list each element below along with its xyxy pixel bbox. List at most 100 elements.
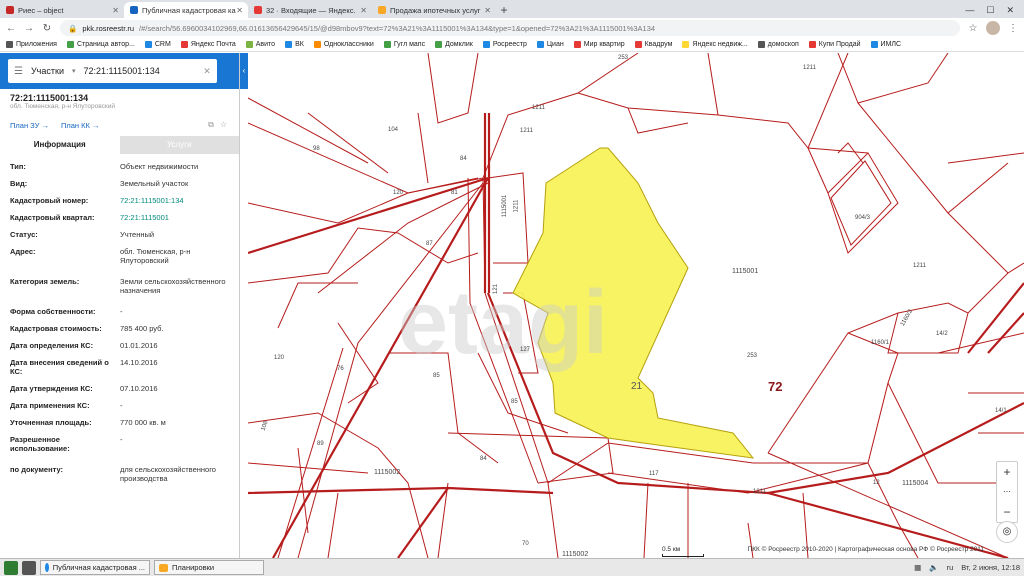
locate-button[interactable]: ◎ xyxy=(996,521,1018,543)
start-menu-icon[interactable] xyxy=(4,560,18,575)
star-icon[interactable]: ☆ xyxy=(968,23,978,34)
menu-dots-icon[interactable]: ⋮ xyxy=(1008,23,1018,34)
zoom-out-button[interactable]: − xyxy=(1003,502,1010,522)
info-row: Статус: Учтенный xyxy=(10,230,239,243)
map-label: 89 xyxy=(317,441,324,447)
taskbar-task-folder[interactable]: Планировки xyxy=(154,560,264,575)
info-key: Разрешенное использование: xyxy=(10,435,70,453)
url-field[interactable]: 🔒 pkk.rosreestr.ru /#/search/56.696003410… xyxy=(60,20,960,36)
info-value[interactable]: 72:21:1115001:134 xyxy=(120,196,239,209)
clear-icon[interactable]: ✕ xyxy=(203,66,211,77)
browser-tab-active[interactable]: Публичная кадастровая ка ✕ xyxy=(124,2,248,18)
hamburger-icon[interactable]: ☰ xyxy=(14,66,23,77)
browser-tab[interactable]: Продажа ипотечных услуг ✕ xyxy=(372,2,496,18)
taskbar-task-browser[interactable]: Публичная кадастровая ... xyxy=(40,560,150,575)
info-value: - xyxy=(120,307,123,316)
info-row: Кадастровый квартал: 72:21:1115001 xyxy=(10,213,239,226)
map-label: 70 xyxy=(522,541,529,547)
zoom-options-icon[interactable]: ⋯ xyxy=(1003,482,1011,502)
map-label: 1115001 xyxy=(732,268,759,275)
info-key: Дата внесения сведений о КС: xyxy=(10,358,109,376)
tab-information[interactable]: Информация xyxy=(0,136,120,154)
search-icon[interactable]: ⌕ xyxy=(225,65,231,78)
bookmark-item[interactable]: Мир квартир xyxy=(573,41,625,48)
map-label: 98 xyxy=(313,146,320,152)
info-value: 07.10.2016 xyxy=(120,384,158,393)
minimize-icon[interactable]: — xyxy=(965,5,974,15)
bookmark-item[interactable]: Купи Продай xyxy=(808,41,861,48)
search-input[interactable]: 72:21:1115001:134 xyxy=(83,66,195,76)
bookmark-favicon-icon xyxy=(144,41,152,48)
info-value[interactable]: 72:21:1115001 xyxy=(120,213,239,226)
bookmark-label: Циан xyxy=(546,41,564,48)
map-label: 1115002 xyxy=(374,469,401,476)
info-row: Дата определения КС: 01.01.2016 xyxy=(10,341,239,354)
browser-tab[interactable]: 32 · Входящие — Яндекс. ✕ xyxy=(248,2,372,18)
info-value: 14.10.2016 xyxy=(120,358,158,367)
info-value: - xyxy=(120,401,123,410)
map-label: 76 xyxy=(337,366,344,372)
collapse-panel-button[interactable]: ‹ xyxy=(240,53,248,89)
share-icon[interactable]: ⧉ xyxy=(208,120,214,130)
bookmark-favicon-icon xyxy=(435,41,443,48)
bookmark-label: Купи Продай xyxy=(818,41,861,48)
tab-favicon-icon xyxy=(6,6,14,14)
zoom-control: + ⋯ − xyxy=(996,461,1018,523)
chevron-down-icon[interactable]: ▾ xyxy=(72,67,76,75)
plan-zu-link[interactable]: План ЗУ → xyxy=(10,121,49,130)
reload-icon[interactable]: ↻ xyxy=(42,23,52,34)
calculator-icon[interactable] xyxy=(22,560,36,575)
tab-close-icon[interactable]: ✕ xyxy=(484,6,491,15)
zoom-in-button[interactable]: + xyxy=(1003,462,1010,482)
info-key: Дата утверждения КС: xyxy=(10,384,93,393)
maximize-icon[interactable]: ☐ xyxy=(986,5,994,16)
bookmark-item[interactable]: Домклик xyxy=(435,41,473,48)
close-window-icon[interactable]: ✕ xyxy=(1006,5,1014,16)
plan-kk-link[interactable]: План КК → xyxy=(61,121,100,130)
bookmark-label: ВК xyxy=(295,41,304,48)
map-label: 84 xyxy=(460,156,467,162)
bookmark-item[interactable]: ВК xyxy=(285,41,304,48)
bookmark-item[interactable]: Гугл мапс xyxy=(383,41,425,48)
network-icon[interactable]: ▦ xyxy=(914,563,921,572)
bookmark-item[interactable]: Страница автор... xyxy=(66,41,135,48)
tab-close-icon[interactable]: ✕ xyxy=(236,6,243,15)
new-tab-button[interactable]: + xyxy=(496,2,512,18)
avatar[interactable] xyxy=(986,21,1000,35)
bookmark-item[interactable]: Одноклассники xyxy=(313,41,374,48)
bookmark-item[interactable]: Росреестр xyxy=(482,41,527,48)
bookmark-item[interactable]: Приложения xyxy=(6,41,57,48)
bookmark-item[interactable]: CRM xyxy=(144,41,171,48)
map-label: 1115004 xyxy=(902,480,929,487)
bookmark-label: Мир квартир xyxy=(583,41,625,48)
cadastral-map[interactable]: etagi 253 1211 104 98 1211 1211 84 11150… xyxy=(248,53,1024,558)
forward-arrow-icon[interactable]: → xyxy=(24,23,34,34)
favorite-star-icon[interactable]: ☆ xyxy=(220,120,227,130)
map-label: 127 xyxy=(520,347,531,353)
tab-close-icon[interactable]: ✕ xyxy=(112,6,119,15)
search-box[interactable]: ☰ Участки ▾ 72:21:1115001:134 ✕ xyxy=(8,59,217,83)
tab-services[interactable]: Услуги xyxy=(119,136,239,154)
bookmark-item[interactable]: ИМЛС xyxy=(870,41,901,48)
bookmark-label: Яндекс недвиж... xyxy=(692,41,748,48)
bookmark-item[interactable]: Авито xyxy=(245,41,275,48)
bookmark-label: CRM xyxy=(154,41,171,48)
bookmark-item[interactable]: Яндекс недвиж... xyxy=(682,41,748,48)
browser-tab[interactable]: Риес – object ✕ xyxy=(0,2,124,18)
bookmark-favicon-icon xyxy=(870,41,878,48)
keyboard-layout[interactable]: ru xyxy=(947,563,954,572)
bookmark-item[interactable]: Квадрум xyxy=(634,41,672,48)
map-label: 72 xyxy=(768,379,783,394)
back-arrow-icon[interactable]: ← xyxy=(6,23,16,34)
search-category[interactable]: Участки xyxy=(31,66,64,76)
bookmark-item[interactable]: Циан xyxy=(536,41,564,48)
info-value: 770 000 кв. м xyxy=(120,418,166,427)
map-label: 120 xyxy=(393,190,404,196)
clock[interactable]: Вт, 2 июня, 12:18 xyxy=(961,563,1020,572)
bookmark-item[interactable]: домоскоп xyxy=(757,41,799,48)
os-taskbar: Публичная кадастровая ... Планировки ▦ 🔈… xyxy=(0,558,1024,576)
bookmark-favicon-icon xyxy=(482,41,490,48)
bookmark-item[interactable]: Яндекс Почта xyxy=(180,41,236,48)
volume-icon[interactable]: 🔈 xyxy=(929,563,938,572)
tab-close-icon[interactable]: ✕ xyxy=(360,6,367,15)
